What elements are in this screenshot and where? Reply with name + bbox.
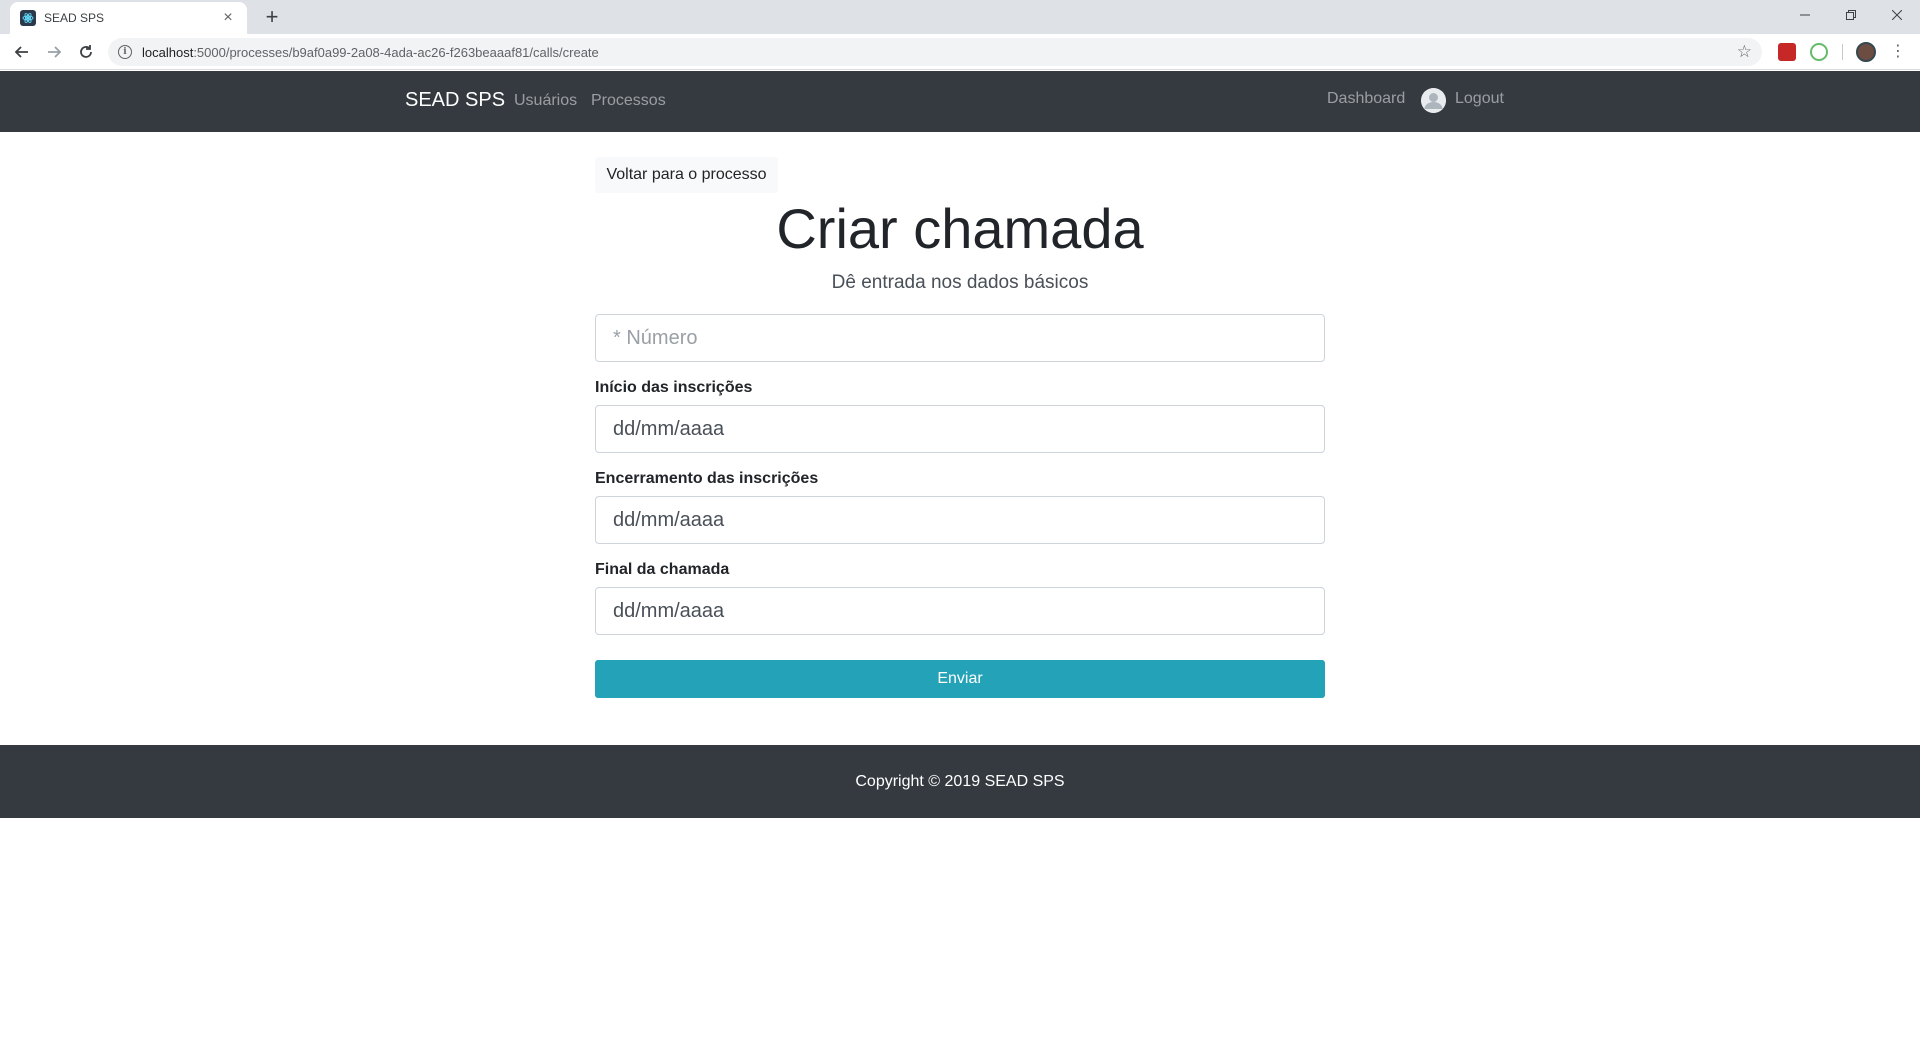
nav-link-dashboard[interactable]: Dashboard (1327, 90, 1405, 108)
user-avatar-icon (1421, 88, 1446, 113)
tab-close-icon[interactable]: × (219, 9, 237, 27)
numero-input[interactable]: * Número (595, 314, 1325, 362)
submit-button[interactable]: Enviar (595, 660, 1325, 698)
minimize-icon[interactable] (1782, 0, 1828, 30)
tab-title: SEAD SPS (44, 11, 105, 25)
close-window-icon[interactable] (1874, 0, 1920, 30)
back-to-process-button[interactable]: Voltar para o processo (595, 157, 778, 193)
new-tab-button[interactable]: + (260, 6, 284, 30)
star-icon[interactable]: ☆ (1737, 42, 1752, 62)
reload-icon[interactable] (74, 40, 98, 64)
info-icon[interactable]: i (118, 45, 132, 59)
restore-icon[interactable] (1828, 0, 1874, 30)
browser-tab[interactable]: SEAD SPS × (10, 2, 247, 34)
final-chamada-label: Final da chamada (595, 561, 730, 578)
nav-link-logout[interactable]: Logout (1455, 90, 1504, 108)
site-footer: Copyright © 2019 SEAD SPS (0, 745, 1920, 818)
navbar-brand[interactable]: SEAD SPS (405, 89, 505, 112)
site-favicon-icon (20, 10, 36, 26)
page-title: Criar chamada (776, 197, 1144, 260)
nav-link-usuarios[interactable]: Usuários (514, 92, 577, 110)
browser-toolbar: i localhost:5000/processes/b9af0a99-2a08… (0, 34, 1920, 70)
window-controls (1782, 0, 1920, 30)
address-bar[interactable]: i localhost:5000/processes/b9af0a99-2a08… (108, 38, 1762, 66)
toolbar-divider (1842, 44, 1843, 60)
profile-avatar-icon[interactable] (1856, 42, 1876, 62)
url-host: localhost (142, 44, 194, 60)
encerramento-inscricoes-date-input[interactable]: dd/mm/aaaa (595, 496, 1325, 544)
browser-tab-strip: SEAD SPS × + (0, 0, 1920, 34)
extension-icon[interactable] (1810, 43, 1828, 61)
site-navbar: SEAD SPS Usuários Processos Dashboard Lo… (0, 71, 1920, 132)
back-arrow-icon[interactable] (10, 40, 34, 64)
final-chamada-date-input[interactable]: dd/mm/aaaa (595, 587, 1325, 635)
menu-dots-icon[interactable]: ⋮ (1890, 42, 1906, 62)
footer-copyright: Copyright © 2019 SEAD SPS (855, 772, 1065, 790)
inicio-inscricoes-date-input[interactable]: dd/mm/aaaa (595, 405, 1325, 453)
nav-link-processos[interactable]: Processos (591, 92, 666, 110)
page-subtitle: Dê entrada nos dados básicos (831, 272, 1089, 293)
forward-arrow-icon[interactable] (42, 40, 66, 64)
encerramento-inscricoes-label: Encerramento das inscrições (595, 470, 819, 487)
inicio-inscricoes-label: Início das inscrições (595, 379, 753, 396)
extension-icon[interactable] (1778, 43, 1796, 61)
url-path: :5000/processes/b9af0a99-2a08-4ada-ac26-… (193, 44, 599, 60)
